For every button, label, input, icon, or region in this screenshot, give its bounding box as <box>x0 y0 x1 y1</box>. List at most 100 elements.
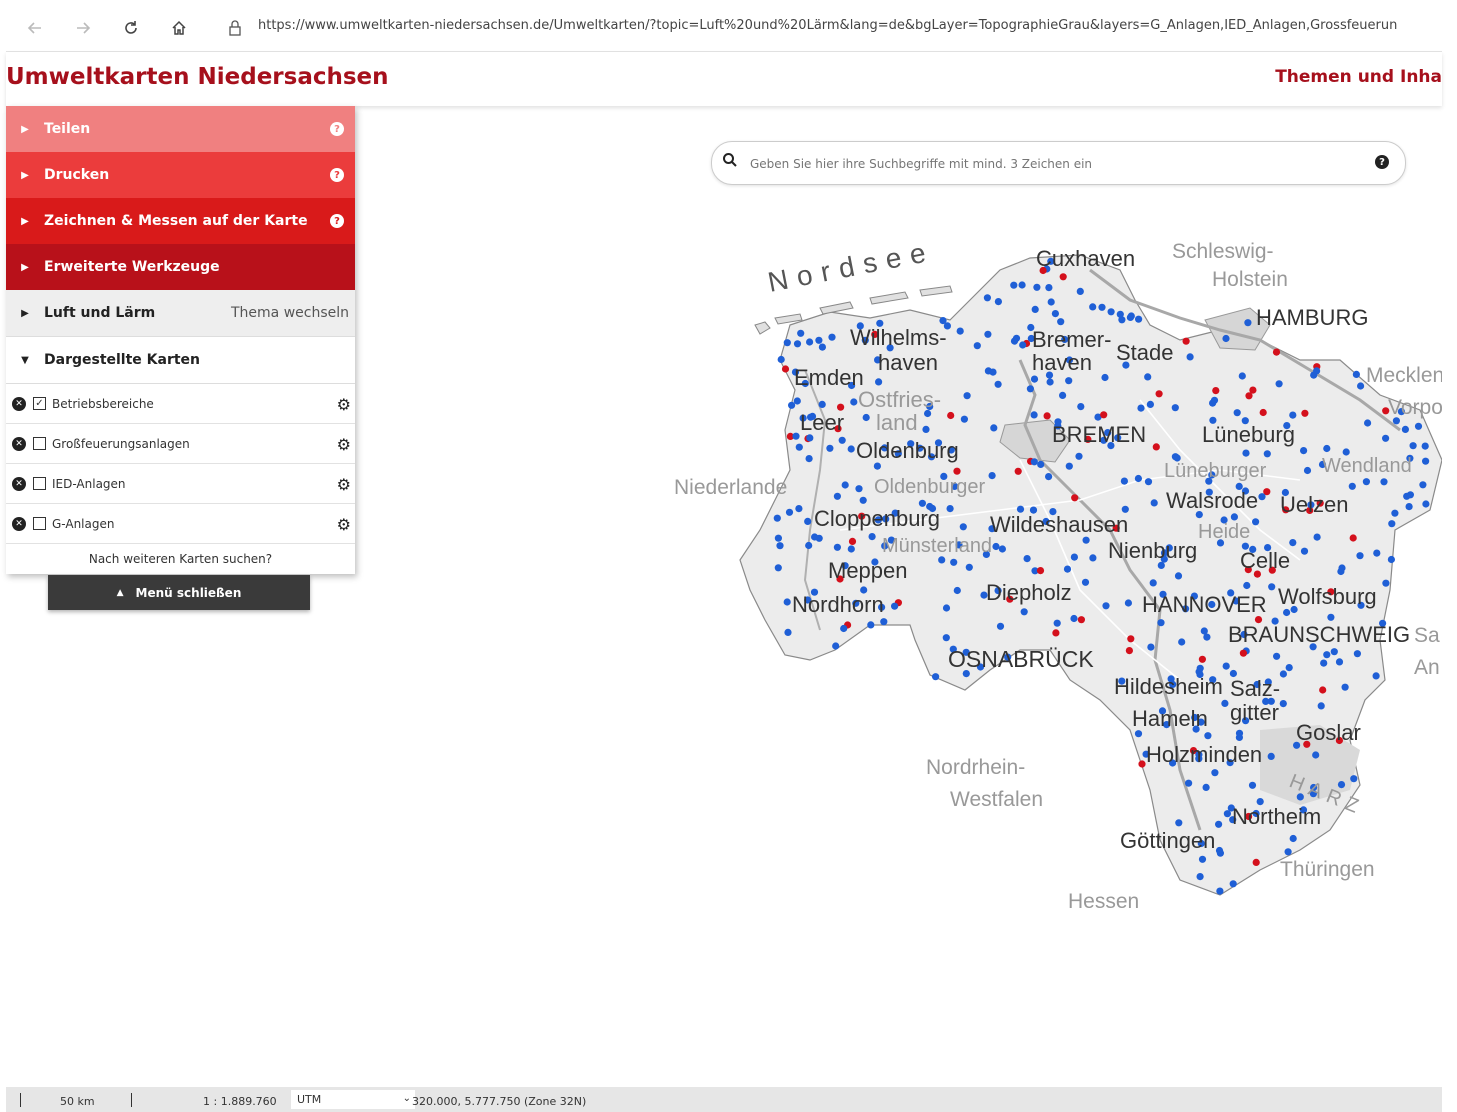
map-marker-blue[interactable] <box>1047 298 1055 306</box>
reload-icon[interactable] <box>118 15 144 41</box>
map-marker-blue[interactable] <box>1323 444 1331 453</box>
map-marker-red[interactable] <box>953 467 961 475</box>
map-marker-blue[interactable] <box>826 444 834 452</box>
gear-icon[interactable]: ⚙ <box>337 435 351 454</box>
map-marker-blue[interactable] <box>963 392 971 400</box>
map-marker-red[interactable] <box>1036 567 1045 575</box>
map-marker-blue[interactable] <box>1057 318 1065 326</box>
map-marker-red[interactable] <box>1138 760 1146 768</box>
map-marker-blue[interactable] <box>1320 659 1328 667</box>
map-marker-blue[interactable] <box>805 541 813 550</box>
map-marker-blue[interactable] <box>1116 310 1124 318</box>
map-marker-blue[interactable] <box>1422 500 1430 508</box>
map-marker-blue[interactable] <box>1230 513 1238 521</box>
map-marker-blue[interactable] <box>1353 650 1361 658</box>
map-marker-blue[interactable] <box>1157 619 1165 627</box>
gear-icon[interactable]: ⚙ <box>337 475 351 494</box>
map-marker-blue[interactable] <box>1186 353 1194 361</box>
map-marker-blue[interactable] <box>1144 373 1152 381</box>
map-marker-blue[interactable] <box>777 355 785 364</box>
map-marker-blue[interactable] <box>1211 769 1219 777</box>
remove-icon[interactable]: ✕ <box>12 436 26 451</box>
map-marker-blue[interactable] <box>1134 730 1143 738</box>
map-marker-blue[interactable] <box>1327 613 1335 621</box>
map-marker-blue[interactable] <box>932 673 940 681</box>
map-marker-blue[interactable] <box>1065 377 1073 385</box>
map-marker-blue[interactable] <box>942 634 950 642</box>
map-marker-blue[interactable] <box>1222 662 1230 670</box>
map-marker-blue[interactable] <box>793 397 801 405</box>
map-marker-blue[interactable] <box>1147 643 1155 651</box>
map-marker-blue[interactable] <box>1070 553 1078 561</box>
tool-drucken[interactable]: ▶ Drucken ? <box>6 152 355 198</box>
map-marker-blue[interactable] <box>840 624 848 633</box>
map-marker-blue[interactable] <box>965 563 973 571</box>
map-marker-blue[interactable] <box>1082 536 1090 544</box>
map-marker-blue[interactable] <box>847 445 855 453</box>
map-marker-blue[interactable] <box>1215 846 1224 855</box>
map-marker-blue[interactable] <box>1267 752 1275 761</box>
map-marker-blue[interactable] <box>1018 281 1026 289</box>
map-marker-blue[interactable] <box>1026 385 1034 393</box>
map-marker-red[interactable] <box>1155 390 1163 398</box>
map-marker-blue[interactable] <box>1089 303 1097 311</box>
map-marker-blue[interactable] <box>983 294 991 302</box>
map-marker-blue[interactable] <box>815 336 823 344</box>
map-marker-red[interactable] <box>1212 387 1220 395</box>
map-marker-blue[interactable] <box>804 517 812 525</box>
map-marker-blue[interactable] <box>1010 337 1019 345</box>
map-marker-red[interactable] <box>1152 443 1160 451</box>
map-marker-blue[interactable] <box>1409 442 1417 450</box>
map-marker-blue[interactable] <box>1356 552 1364 560</box>
map-marker-blue[interactable] <box>996 622 1005 630</box>
map-marker-blue[interactable] <box>1357 382 1365 390</box>
map-marker-red[interactable] <box>1245 392 1253 400</box>
map-marker-blue[interactable] <box>1233 409 1241 417</box>
map-marker-blue[interactable] <box>1196 664 1204 672</box>
map-marker-blue[interactable] <box>1352 370 1360 378</box>
map-marker-blue[interactable] <box>1137 404 1145 412</box>
map-marker-blue[interactable] <box>1150 499 1158 507</box>
map-marker-red[interactable] <box>1100 411 1108 419</box>
map-marker-blue[interactable] <box>1229 880 1237 888</box>
help-icon[interactable]: ? <box>330 168 344 182</box>
map-marker-blue[interactable] <box>785 508 794 516</box>
map-marker-blue[interactable] <box>994 380 1002 388</box>
map-marker-blue[interactable] <box>984 330 992 338</box>
map-marker-blue[interactable] <box>998 545 1006 553</box>
map-marker-blue[interactable] <box>1185 779 1193 787</box>
map-marker-blue[interactable] <box>783 598 791 606</box>
map-marker-blue[interactable] <box>873 462 881 470</box>
map-marker-blue[interactable] <box>1215 820 1223 828</box>
projection-select[interactable]: UTM ⌄ <box>291 1090 415 1109</box>
map-view[interactable]: Nordsee Cuxhaven Schleswig- Holstein HAM… <box>660 230 1444 920</box>
map-marker-blue[interactable] <box>990 424 998 432</box>
map-marker-blue[interactable] <box>1387 555 1395 564</box>
map-marker-blue[interactable] <box>1323 651 1331 659</box>
map-marker-blue[interactable] <box>1289 411 1297 419</box>
map-marker-blue[interactable] <box>1289 539 1297 547</box>
map-marker-blue[interactable] <box>1146 400 1154 408</box>
map-marker-blue[interactable] <box>1196 873 1204 881</box>
map-marker-blue[interactable] <box>1238 372 1246 380</box>
map-marker-blue[interactable] <box>1283 608 1291 617</box>
map-marker-blue[interactable] <box>833 492 841 500</box>
map-marker-red[interactable] <box>1014 467 1022 475</box>
tool-zeichnen-messen[interactable]: ▶ Zeichnen & Messen auf der Karte ? <box>6 198 355 244</box>
map-marker-blue[interactable] <box>1373 549 1381 557</box>
map-marker-red[interactable] <box>1272 348 1281 356</box>
map-marker-blue[interactable] <box>850 398 858 406</box>
map-marker-blue[interactable] <box>1030 411 1038 419</box>
layer-label[interactable]: IED-Anlagen <box>52 477 126 491</box>
map-marker-red[interactable] <box>1301 409 1309 417</box>
forward-arrow-icon[interactable] <box>70 15 96 41</box>
map-marker-blue[interactable] <box>1045 473 1053 481</box>
map-marker-blue[interactable] <box>1030 375 1039 383</box>
map-marker-blue[interactable] <box>828 333 836 341</box>
map-marker-blue[interactable] <box>938 556 946 564</box>
map-marker-blue[interactable] <box>792 432 800 440</box>
map-marker-red[interactable] <box>1252 858 1260 867</box>
map-marker-red[interactable] <box>848 537 857 545</box>
map-marker-blue[interactable] <box>1210 396 1219 404</box>
map-marker-blue[interactable] <box>838 436 846 444</box>
